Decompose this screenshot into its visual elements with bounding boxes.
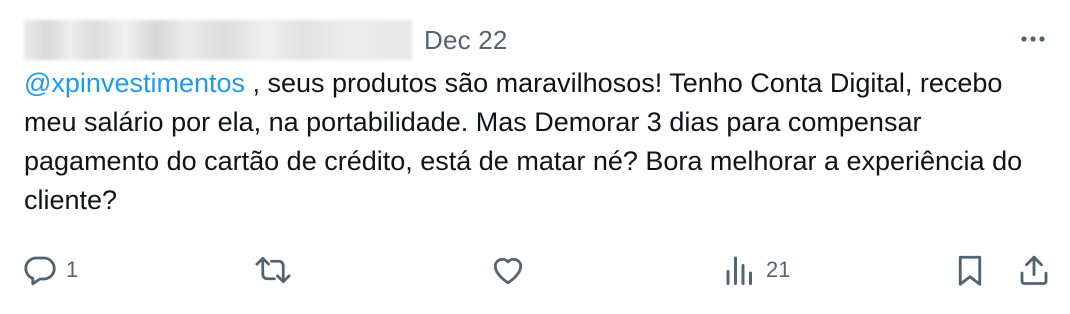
heart-icon (493, 257, 523, 285)
author-name-redacted[interactable] (24, 20, 412, 60)
retweet-icon (255, 256, 291, 284)
reply-count: 1 (66, 257, 79, 282)
views-count: 21 (766, 257, 791, 282)
bookmark-icon (958, 255, 982, 286)
tweet-body: @xpinvestimentos , seus produtos são mar… (24, 64, 1054, 220)
like-button[interactable] (490, 250, 534, 290)
more-horizontal-icon (1021, 36, 1045, 42)
share-button[interactable] (1016, 250, 1052, 290)
views-chart-icon (726, 256, 752, 285)
share-icon (1020, 255, 1048, 285)
tweet-header: Dec 22 (24, 18, 1050, 62)
reply-button[interactable]: 1 (22, 250, 78, 290)
tweet-actions: 1 21 (22, 250, 1050, 290)
views-button[interactable]: 21 (722, 250, 790, 290)
retweet-button[interactable] (254, 250, 300, 290)
tweet-card: Dec 22 @xpinvestimentos , seus produtos … (0, 0, 1070, 314)
more-options-button[interactable] (1016, 24, 1050, 54)
reply-icon (24, 256, 56, 286)
bookmark-button[interactable] (952, 250, 988, 290)
mention-link[interactable]: @xpinvestimentos (24, 68, 245, 98)
tweet-date[interactable]: Dec 22 (424, 25, 508, 56)
